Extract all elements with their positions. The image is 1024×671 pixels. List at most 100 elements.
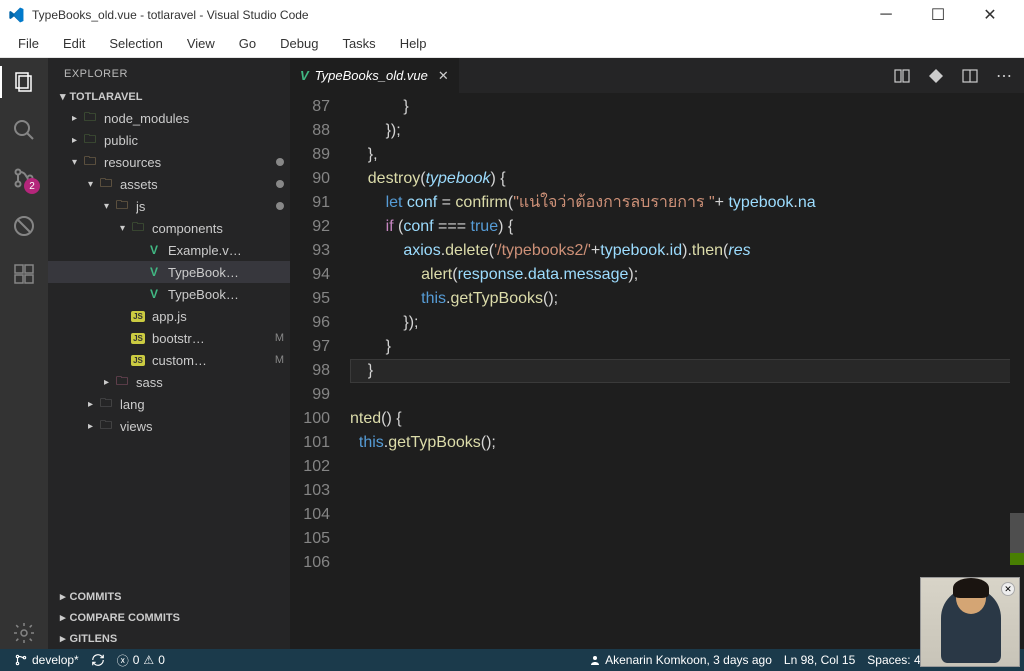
debug-icon[interactable] (8, 210, 40, 242)
code-line[interactable]: nted() { (350, 407, 1024, 431)
git-dirty-dot (276, 202, 284, 210)
code-line[interactable]: this.getTypBooks(); (350, 431, 1024, 455)
code-line[interactable]: } (350, 359, 1024, 383)
editor-tabs: V TypeBooks_old.vue ✕ ⋯ (290, 58, 1024, 93)
tree-item-label: TypeBook… (168, 265, 290, 280)
tree-item-label: custom… (152, 353, 271, 368)
menu-selection[interactable]: Selection (99, 34, 172, 53)
line-number: 98 (290, 359, 330, 383)
chevron-right-icon: ▸ (60, 632, 66, 645)
menu-file[interactable]: File (8, 34, 49, 53)
tree-item-label: lang (120, 397, 290, 412)
folder-js[interactable]: ▾🗀js (48, 195, 290, 217)
tab-label: TypeBooks_old.vue (315, 68, 428, 83)
git-dirty-dot (276, 158, 284, 166)
folder-node_modules[interactable]: ▸🗀node_modules (48, 107, 290, 129)
file-TypeBook…[interactable]: VTypeBook… (48, 283, 290, 305)
explorer-icon[interactable] (8, 66, 40, 98)
folder-public[interactable]: ▸🗀public (48, 129, 290, 151)
source-control-icon[interactable]: 2 (8, 162, 40, 194)
file-Example.v…[interactable]: VExample.v… (48, 239, 290, 261)
line-number: 103 (290, 479, 330, 503)
code-line[interactable]: } (350, 95, 1024, 119)
code-line[interactable]: if (conf === true) { (350, 215, 1024, 239)
sidebar-section-gitlens[interactable]: ▸ GITLENS (48, 628, 290, 649)
minimap-thumb[interactable] (1010, 513, 1024, 553)
tab-active[interactable]: V TypeBooks_old.vue ✕ (290, 58, 459, 93)
git-branch[interactable]: develop* (8, 653, 85, 667)
editor-area: V TypeBooks_old.vue ✕ ⋯ 8788899091929394… (290, 58, 1024, 649)
minimap[interactable] (1010, 93, 1024, 649)
git-blame[interactable]: Akenarin Komkoon, 3 days ago (583, 653, 778, 667)
cursor-position[interactable]: Ln 98, Col 15 (778, 653, 861, 667)
folder-lang[interactable]: ▸🗀lang (48, 393, 290, 415)
split-editor-icon[interactable] (960, 66, 980, 86)
folder-assets[interactable]: ▾🗀assets (48, 173, 290, 195)
code-line[interactable]: }); (350, 119, 1024, 143)
code-line[interactable]: axios.delete('/typebooks2/'+typebook.id)… (350, 239, 1024, 263)
tree-item-label: node_modules (104, 111, 290, 126)
code-editor[interactable]: 8788899091929394959697989910010110210310… (290, 93, 1024, 649)
sidebar-section-commits[interactable]: ▸ COMMITS (48, 586, 290, 607)
code-content[interactable]: } }); }, destroy(typebook) { let conf = … (350, 93, 1024, 649)
menu-go[interactable]: Go (229, 34, 266, 53)
indent-spaces[interactable]: Spaces: 4 (861, 653, 926, 667)
warning-icon: ⚠ (143, 653, 154, 667)
folder-sass[interactable]: ▸🗀sass (48, 371, 290, 393)
folder-resources[interactable]: ▾🗀resources (48, 151, 290, 173)
diamond-icon[interactable] (926, 66, 946, 86)
sidebar-project-header[interactable]: ▾ TOTLARAVEL (48, 86, 290, 107)
more-icon[interactable]: ⋯ (994, 66, 1014, 86)
code-line[interactable] (350, 527, 1024, 551)
code-line[interactable]: let conf = confirm("แน่ใจว่าต้องการลบราย… (350, 191, 1024, 215)
code-line[interactable] (350, 503, 1024, 527)
close-tab-icon[interactable]: ✕ (438, 68, 449, 84)
file-custom…[interactable]: JScustom…M (48, 349, 290, 371)
chevron-down-icon: ▾ (88, 179, 98, 190)
line-number: 91 (290, 191, 330, 215)
code-line[interactable]: } (350, 335, 1024, 359)
close-button[interactable]: ✕ (976, 5, 1004, 25)
code-line[interactable] (350, 455, 1024, 479)
tree-item-label: assets (120, 177, 276, 192)
code-line[interactable] (350, 479, 1024, 503)
line-number: 106 (290, 551, 330, 575)
code-line[interactable] (350, 551, 1024, 575)
code-line[interactable] (350, 383, 1024, 407)
code-line[interactable]: this.getTypBooks(); (350, 287, 1024, 311)
menu-view[interactable]: View (177, 34, 225, 53)
folder-views[interactable]: ▸🗀views (48, 415, 290, 437)
chevron-down-icon: ▾ (72, 157, 82, 168)
chevron-right-icon: ▸ (60, 611, 66, 624)
tree-item-label: resources (104, 155, 276, 170)
settings-gear-icon[interactable] (8, 617, 40, 649)
search-icon[interactable] (8, 114, 40, 146)
code-line[interactable]: }); (350, 311, 1024, 335)
code-line[interactable]: destroy(typebook) { (350, 167, 1024, 191)
line-number: 94 (290, 263, 330, 287)
folder-components[interactable]: ▾🗀components (48, 217, 290, 239)
project-name: TOTLARAVEL (70, 91, 143, 103)
menu-tasks[interactable]: Tasks (332, 34, 385, 53)
menu-debug[interactable]: Debug (270, 34, 328, 53)
maximize-button[interactable]: ☐ (924, 5, 952, 25)
file-bootstr…[interactable]: JSbootstr…M (48, 327, 290, 349)
tree-item-label: components (152, 221, 290, 236)
menu-help[interactable]: Help (390, 34, 437, 53)
compare-icon[interactable] (892, 66, 912, 86)
git-modified-badge: M (275, 332, 284, 344)
file-app.js[interactable]: JSapp.js (48, 305, 290, 327)
sidebar-section-compare-commits[interactable]: ▸ COMPARE COMMITS (48, 607, 290, 628)
file-TypeBook…[interactable]: VTypeBook… (48, 261, 290, 283)
code-line[interactable]: }, (350, 143, 1024, 167)
tree-item-label: Example.v… (168, 243, 290, 258)
menu-edit[interactable]: Edit (53, 34, 95, 53)
webcam-hair (953, 578, 989, 598)
window-controls: ─ ☐ ✕ (872, 5, 1016, 25)
sync-icon[interactable] (85, 653, 111, 667)
extensions-icon[interactable] (8, 258, 40, 290)
code-line[interactable]: alert(response.data.message); (350, 263, 1024, 287)
webcam-overlay: ✕ (920, 577, 1020, 667)
minimize-button[interactable]: ─ (872, 5, 900, 25)
problems[interactable]: ⓧ0 ⚠0 (111, 652, 171, 669)
